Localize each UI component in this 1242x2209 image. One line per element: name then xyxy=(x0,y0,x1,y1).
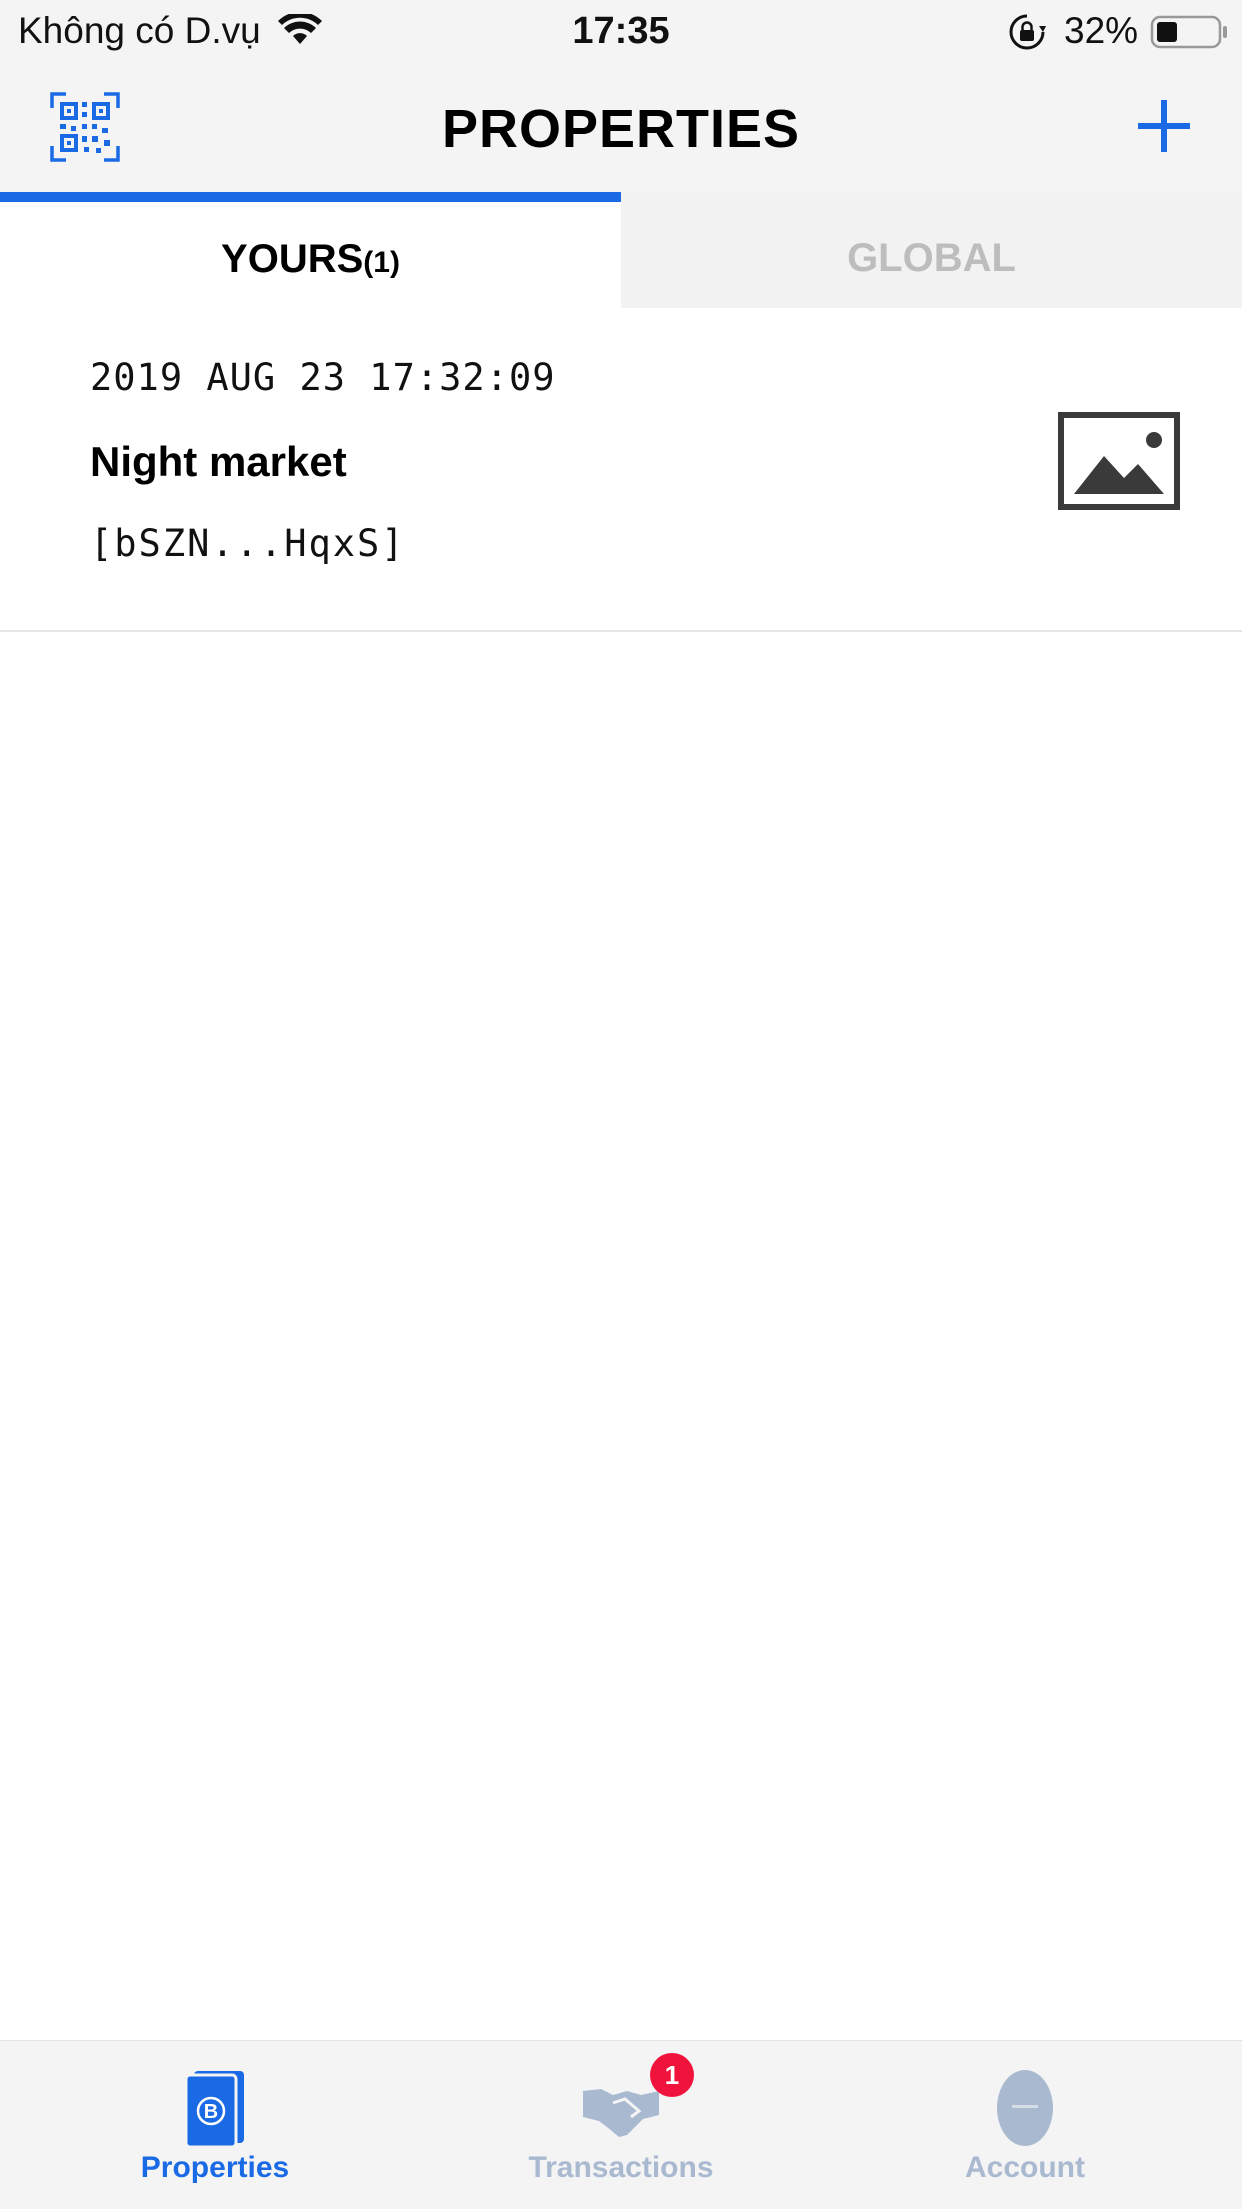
property-date: 2019 AUG 23 17:32:09 xyxy=(90,356,556,399)
account-icon xyxy=(997,2070,1053,2146)
tabbar-item-account[interactable]: Account xyxy=(818,2041,1232,2209)
bitcoin-document-icon: B xyxy=(184,2071,244,2147)
tabbar-item-transactions[interactable]: 1 Transactions xyxy=(414,2041,828,2209)
bottom-tab-bar: B Properties 1 Transactions Account xyxy=(0,2040,1242,2209)
nav-bar: PROPERTIES xyxy=(0,62,1242,192)
status-time: 17:35 xyxy=(572,10,670,52)
tabbar-label-account: Account xyxy=(965,2151,1085,2184)
tabbar-item-properties[interactable]: B Properties xyxy=(8,2041,422,2209)
svg-text:B: B xyxy=(204,2101,218,2123)
battery-percent: 32% xyxy=(1064,10,1139,51)
tab-global-label: GLOBAL xyxy=(847,236,1016,280)
tab-global[interactable]: GLOBAL xyxy=(621,192,1242,308)
page-title: PROPERTIES xyxy=(441,99,801,159)
transactions-badge: 1 xyxy=(650,2053,694,2097)
battery-icon xyxy=(1150,15,1227,49)
tabbar-label-transactions: Transactions xyxy=(528,2151,714,2184)
plus-icon[interactable] xyxy=(1136,98,1192,154)
tab-yours-count: (1) xyxy=(363,246,400,279)
property-id: [bSZN...HqxS] xyxy=(90,522,406,565)
property-list-item[interactable]: 2019 AUG 23 17:32:09 Night market [bSZN.… xyxy=(0,308,1242,632)
segment-tabs: YOURS(1) GLOBAL xyxy=(0,192,1242,308)
status-bar: Không có D.vụ 17:35 32% xyxy=(0,0,1242,62)
tab-yours[interactable]: YOURS(1) xyxy=(0,192,621,308)
tabbar-label-properties: Properties xyxy=(140,2151,290,2184)
tab-yours-label: YOURS xyxy=(221,237,364,281)
property-name: Night market xyxy=(90,438,347,485)
handshake-icon xyxy=(583,2089,659,2137)
rotation-lock-icon xyxy=(1009,14,1046,50)
image-placeholder-icon xyxy=(1058,412,1180,510)
